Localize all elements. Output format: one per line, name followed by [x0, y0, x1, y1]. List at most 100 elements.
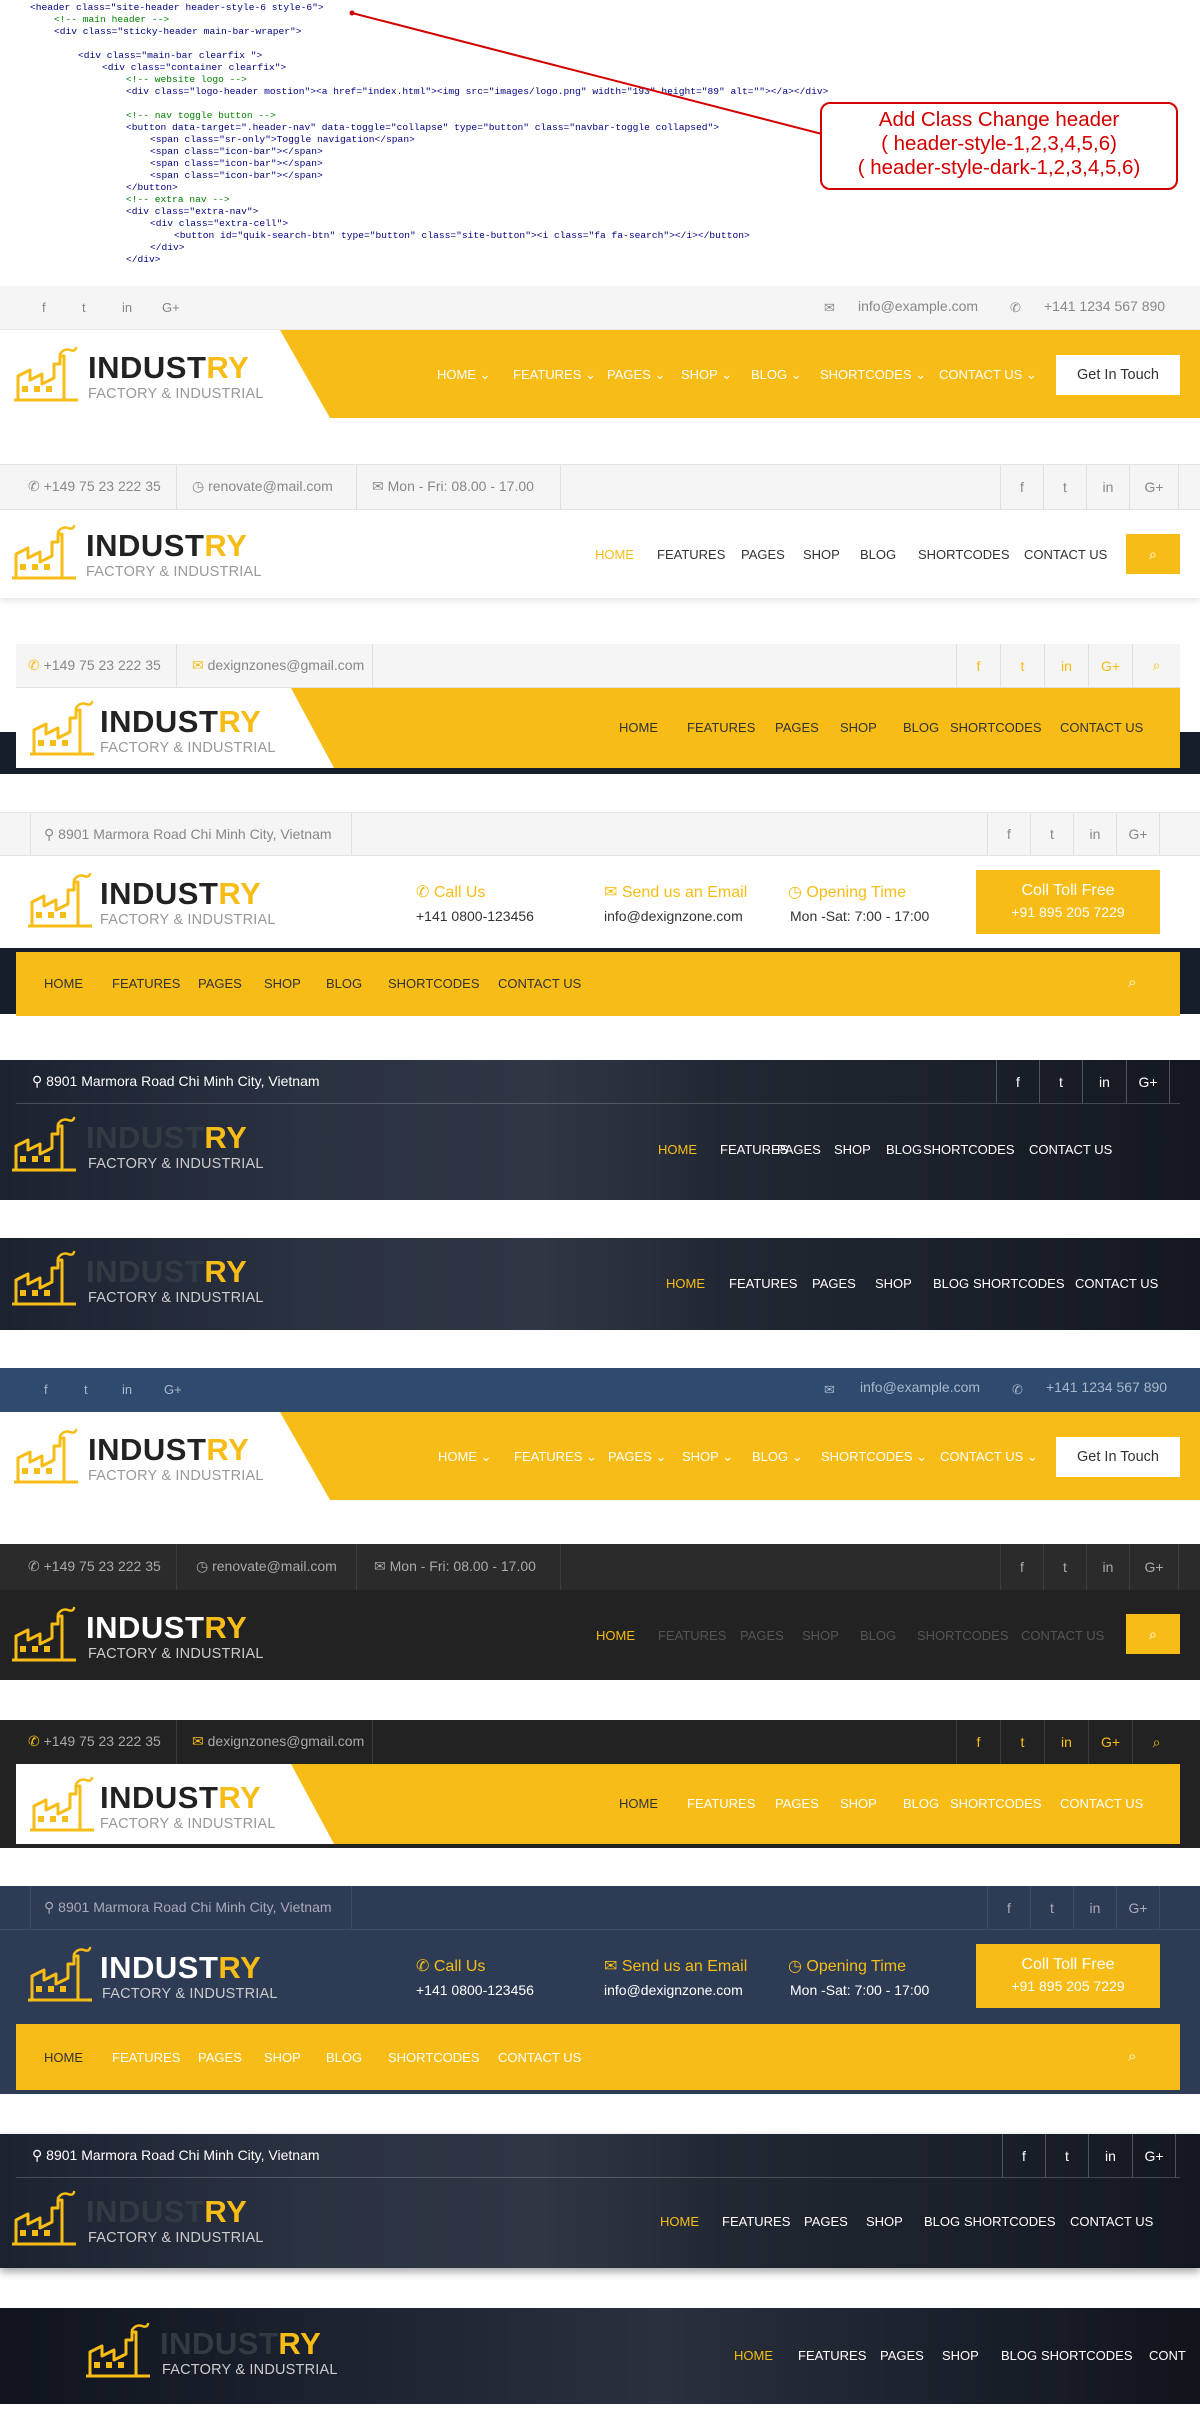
nav-shop[interactable]: SHOP — [866, 2214, 924, 2229]
twitter-icon[interactable]: t — [84, 1382, 88, 1397]
nav-shortcodes[interactable]: SHORTCODES — [950, 1796, 1060, 1811]
toll-free-button[interactable]: Coll Toll Free +91 895 205 7229 — [976, 1944, 1160, 2008]
nav-shop[interactable]: SHOP — [840, 1796, 903, 1811]
nav-pages[interactable]: PAGES ⌄ — [608, 1449, 682, 1465]
nav-shortcodes[interactable]: SHORTCODES — [918, 547, 1024, 562]
facebook-icon[interactable]: f — [996, 1060, 1039, 1103]
phone-text[interactable]: ✆ +149 75 23 222 35 — [28, 657, 161, 674]
nav-features[interactable]: FEATURES — [112, 976, 198, 991]
nav-shop[interactable]: SHOP — [840, 720, 903, 735]
nav-pages[interactable]: PAGES — [740, 1628, 802, 1643]
nav-features[interactable]: FEATURES — [720, 1142, 788, 1157]
nav-shop[interactable]: SHOP — [803, 547, 860, 562]
factory-logo-icon[interactable] — [30, 1776, 94, 1832]
nav-pages[interactable]: PAGES — [804, 2214, 866, 2229]
brand-name[interactable]: INDUSTRY — [100, 704, 261, 740]
phone-text[interactable]: ✆ +149 75 23 222 35 — [28, 478, 161, 495]
google-plus-icon[interactable]: G+ — [1088, 644, 1132, 687]
nav-pages[interactable]: PAGES ⌄ — [607, 367, 681, 383]
google-plus-icon[interactable]: G+ — [1116, 813, 1160, 855]
brand-name[interactable]: INDUSTRY — [100, 1950, 261, 1986]
nav-shop[interactable]: SHOP — [942, 2348, 1001, 2363]
nav-contact[interactable]: CONTACT US — [1021, 1628, 1104, 1643]
nav-shortcodes[interactable]: SHORTCODES — [950, 720, 1060, 735]
brand-name[interactable]: INDUSTRY — [86, 1610, 247, 1646]
brand-name[interactable]: INDUSTRY — [86, 2194, 247, 2230]
brand-name[interactable]: INDUSTRY — [100, 1780, 261, 1816]
nav-features[interactable]: FEATURES — [729, 1276, 812, 1291]
email-text[interactable]: ◷ renovate@mail.com — [196, 1558, 337, 1575]
nav-home[interactable]: HOME — [734, 2348, 798, 2363]
factory-logo-icon[interactable] — [12, 1250, 76, 1306]
twitter-icon[interactable]: t — [1043, 1544, 1086, 1590]
call-value[interactable]: +141 0800-123456 — [416, 1982, 534, 1998]
google-plus-icon[interactable]: G+ — [162, 300, 180, 315]
nav-features[interactable]: FEATURES ⌄ — [514, 1449, 608, 1465]
nav-contact[interactable]: CONTACT US — [1060, 720, 1143, 735]
nav-home[interactable]: HOME — [595, 547, 657, 562]
linkedin-icon[interactable]: in — [1044, 1720, 1088, 1764]
nav-contact[interactable]: CONTACT US — [1029, 1142, 1112, 1157]
brand-name[interactable]: INDUSTRY — [86, 1254, 247, 1290]
google-plus-icon[interactable]: G+ — [1088, 1720, 1132, 1764]
linkedin-icon[interactable]: in — [1082, 1060, 1126, 1103]
facebook-icon[interactable]: f — [1000, 465, 1043, 509]
nav-shop[interactable]: SHOP — [875, 1276, 933, 1291]
get-in-touch-button[interactable]: Get In Touch — [1056, 1437, 1180, 1477]
send-email-value[interactable]: info@dexignzone.com — [604, 908, 743, 924]
brand-name[interactable]: INDUSTRY — [86, 528, 247, 564]
nav-contact[interactable]: CONTACT US ⌄ — [939, 367, 1049, 383]
factory-logo-icon[interactable] — [12, 1116, 76, 1172]
nav-pages[interactable]: PAGES — [741, 547, 803, 562]
phone-text[interactable]: ✆ +149 75 23 222 35 — [28, 1558, 161, 1575]
nav-shortcodes[interactable]: SHORTCODES — [923, 1142, 1029, 1157]
nav-blog[interactable]: BLOG — [924, 2214, 964, 2229]
nav-features[interactable]: FEATURES — [798, 2348, 880, 2363]
nav-pages[interactable]: PAGES — [198, 2050, 264, 2065]
nav-home[interactable]: HOME — [44, 976, 112, 991]
google-plus-icon[interactable]: G+ — [1116, 1886, 1160, 1929]
nav-contact[interactable]: CONTACT US — [1075, 1276, 1158, 1291]
factory-logo-icon[interactable] — [28, 872, 92, 928]
nav-contact[interactable]: CONTACT US ⌄ — [940, 1449, 1050, 1465]
factory-logo-icon[interactable] — [14, 346, 78, 402]
nav-features[interactable]: FEATURES — [722, 2214, 804, 2229]
factory-logo-icon[interactable] — [12, 2190, 76, 2246]
nav-blog[interactable]: BLOG — [886, 1142, 923, 1157]
search-icon[interactable]: ⌕ — [1128, 2048, 1136, 2065]
get-in-touch-button[interactable]: Get In Touch — [1056, 355, 1180, 395]
search-icon[interactable]: ⌕ — [1132, 644, 1180, 687]
nav-contact[interactable]: CONTACT US — [1024, 547, 1107, 562]
phone-text[interactable]: +141 1234 567 890 — [1046, 1379, 1167, 1395]
twitter-icon[interactable]: t — [1030, 813, 1073, 855]
nav-shortcodes[interactable]: SHORTCODES ⌄ — [821, 1449, 940, 1465]
facebook-icon[interactable]: f — [987, 1886, 1030, 1929]
nav-contact[interactable]: CONTACT US — [1070, 2214, 1153, 2229]
nav-features[interactable]: FEATURES — [112, 2050, 198, 2065]
twitter-icon[interactable]: t — [1043, 465, 1086, 509]
nav-shortcodes[interactable]: SHORTCODES — [917, 1628, 1021, 1643]
twitter-icon[interactable]: t — [1030, 1886, 1073, 1929]
factory-logo-icon[interactable] — [28, 1946, 92, 2002]
email-text[interactable]: ◷ renovate@mail.com — [192, 478, 333, 495]
nav-shop[interactable]: SHOP — [264, 2050, 326, 2065]
search-icon[interactable]: ⌕ — [1128, 974, 1136, 991]
nav-blog[interactable]: BLOG ⌄ — [751, 367, 820, 383]
nav-blog[interactable]: BLOG — [903, 720, 950, 735]
nav-blog[interactable]: BLOG — [903, 1796, 950, 1811]
nav-home[interactable]: HOME ⌄ — [437, 367, 513, 383]
google-plus-icon[interactable]: G+ — [164, 1382, 182, 1397]
email-text[interactable]: ✉ dexignzones@gmail.com — [192, 657, 364, 674]
phone-text[interactable]: +141 1234 567 890 — [1044, 298, 1165, 314]
nav-pages[interactable]: PAGES — [777, 1142, 834, 1157]
nav-home[interactable]: HOME — [666, 1276, 729, 1291]
nav-blog[interactable]: BLOG — [1001, 2348, 1041, 2363]
nav-shop[interactable]: SHOP — [834, 1142, 886, 1157]
call-value[interactable]: +141 0800-123456 — [416, 908, 534, 924]
search-icon[interactable]: ⌕ — [1126, 534, 1180, 574]
twitter-icon[interactable]: t — [1000, 1720, 1044, 1764]
toll-free-button[interactable]: Coll Toll Free +91 895 205 7229 — [976, 870, 1160, 934]
brand-name[interactable]: INDUSTRY — [160, 2326, 321, 2362]
linkedin-icon[interactable]: in — [1073, 813, 1116, 855]
search-icon[interactable]: ⌕ — [1132, 1720, 1180, 1764]
